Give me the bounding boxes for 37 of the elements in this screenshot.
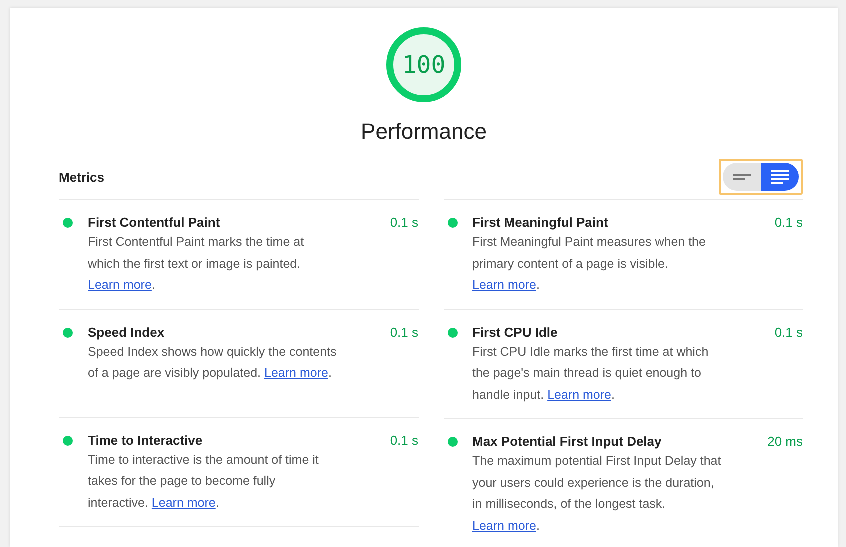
pass-dot-icon — [63, 218, 73, 228]
metric-description: The maximum potential First Input Delay that your users could experience is the duration, in milliseconds, of the longest task. Learn more. — [472, 453, 722, 534]
metric-value: 0.1 s — [774, 324, 803, 340]
learn-more-link[interactable]: Learn more — [472, 278, 536, 292]
category-title: Performance — [360, 119, 488, 145]
metric-title: Max Potential First Input Delay — [472, 434, 662, 449]
learn-more-link[interactable]: Learn more — [88, 278, 152, 292]
metric-description: First CPU Idle marks the first time at which the page's main thread is quiet enough to handle input. Learn more. — [472, 344, 710, 404]
metric-value: 0.1 s — [390, 324, 418, 340]
metric-title: Speed Index — [88, 324, 165, 340]
metric-description: First Contentful Paint marks the time at which the first text or image is painted. Learn more. — [88, 234, 306, 294]
pass-dot-icon — [448, 437, 458, 447]
metric-title: First Meaningful Paint — [472, 215, 608, 230]
learn-more-link[interactable]: Learn more — [152, 496, 216, 510]
lines-icon — [771, 170, 789, 184]
section-heading: Metrics — [59, 170, 105, 184]
metric-description: Time to interactive is the amount of time it takes for the page to become fully interactive. Learn more. — [88, 452, 320, 512]
metric-title: Time to Interactive — [88, 432, 203, 448]
pass-dot-icon — [448, 218, 458, 228]
metric-value: 0.1 s — [390, 215, 418, 230]
score-value: 100 — [401, 52, 447, 78]
metric-description: Speed Index shows how quickly the contents of a page are visibly populated. Learn more. — [88, 344, 338, 382]
pass-dot-icon — [63, 436, 73, 446]
collapsed-lines-icon — [733, 174, 751, 180]
learn-more-link[interactable]: Learn more — [264, 366, 328, 380]
learn-more-link[interactable]: Learn more — [472, 518, 536, 532]
learn-more-link[interactable]: Learn more — [548, 388, 612, 402]
metric-description: First Meaningful Paint measures when the primary content of a page is visible. Learn more. — [472, 234, 707, 294]
metric-value: 20 ms — [768, 434, 803, 449]
metric-value: 0.1 s — [774, 215, 803, 230]
metric-title: First Contentful Paint — [88, 215, 220, 230]
metric-value: 0.1 s — [390, 432, 418, 448]
view-toggle-option[interactable] — [723, 163, 761, 191]
view-toggle-option[interactable] — [761, 163, 799, 191]
pass-dot-icon — [63, 328, 73, 338]
metric-title: First CPU Idle — [472, 324, 558, 340]
pass-dot-icon — [448, 328, 458, 338]
